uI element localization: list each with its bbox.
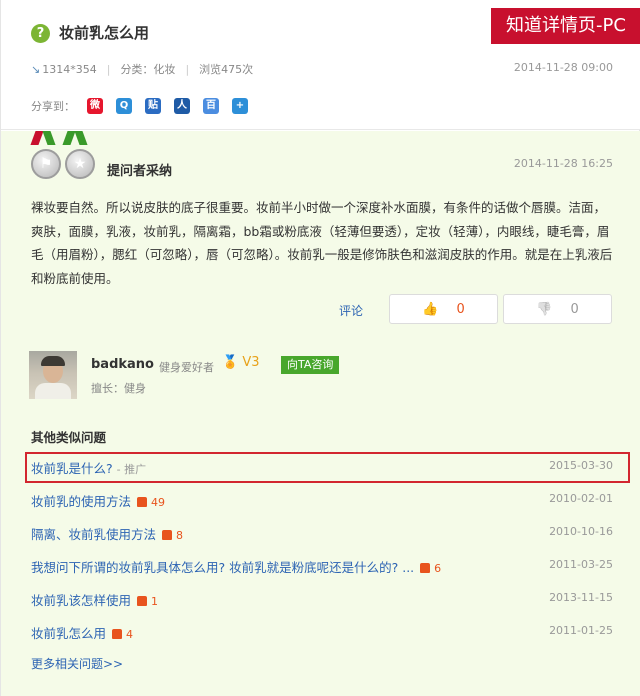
comment-link[interactable]: 评论 (339, 302, 363, 319)
downvote-count: 0 (570, 301, 579, 317)
tieba-icon[interactable]: 贴 (145, 98, 161, 114)
level-medal-icon: 🏅 (222, 355, 239, 370)
vote-row: 评论 👍 0 👎 0 (1, 294, 640, 324)
question-date: 2013-11-15 (549, 591, 613, 604)
size-arrow-icon: ↘ (31, 62, 41, 76)
answerer-name[interactable]: badkano (91, 357, 154, 372)
thumbs-down-icon: 👎 (536, 301, 553, 317)
similar-questions-title: 其他类似问题 (31, 430, 107, 445)
list-item[interactable]: 隔离、妆前乳使用方法 8 2010-10-16 (1, 516, 640, 549)
question-icon: ? (31, 24, 50, 43)
list-item[interactable]: 妆前乳的使用方法 49 2010-02-01 (1, 483, 640, 516)
thumbs-up-icon: 👍 (422, 301, 439, 317)
star-medal-icon: ★ (65, 149, 95, 179)
question-link[interactable]: 我想问下所谓的妆前乳具体怎么用? 妆前乳就是粉底呢还是什么的? ... (31, 560, 414, 575)
question-link[interactable]: 妆前乳的使用方法 (31, 494, 131, 509)
question-detail-page: ? 妆前乳怎么用 知道详情页-PC ↘ 1314*354 | 分类：化妆 | 浏… (0, 0, 640, 696)
list-item[interactable]: 妆前乳是什么? - 推广 2015-03-30 (1, 450, 640, 483)
question-link[interactable]: 妆前乳怎么用 (31, 626, 106, 641)
thumbs-up-icon (420, 563, 431, 573)
renren-icon[interactable]: 人 (174, 98, 190, 114)
more-questions-link[interactable]: 更多相关问题>> (31, 655, 123, 672)
question-link[interactable]: 妆前乳是什么? (31, 461, 113, 476)
thumbs-up-icon (162, 530, 173, 540)
baidu-space-icon[interactable]: 百 (203, 98, 219, 114)
similar-questions-list: 妆前乳是什么? - 推广 2015-03-30 妆前乳的使用方法 49 2010-… (1, 450, 640, 648)
meta-separator: | (185, 62, 190, 76)
answer-content: 裸妆要自然。所以说皮肤的底子很重要。妆前半小时做一个深度补水面膜，有条件的话做个… (31, 200, 613, 286)
level-text: V3 (242, 355, 260, 370)
adopted-medal-icon: ⚑ ★ (29, 131, 101, 187)
question-date: 2011-01-25 (549, 624, 613, 637)
upvote-button[interactable]: 👍 0 (389, 294, 498, 324)
answer-date: 2014-11-28 16:25 (513, 157, 613, 170)
question-date: 2010-10-16 (549, 525, 613, 538)
more-share-icon[interactable]: + (232, 98, 248, 114)
page-type-badge: 知道详情页-PC (491, 8, 640, 44)
answerer-title: 健身爱好者 (159, 361, 214, 374)
question-date: 2010-02-01 (549, 492, 613, 505)
list-item[interactable]: 妆前乳该怎样使用 1 2013-11-15 (1, 582, 640, 615)
adopted-label: 提问者采纳 (107, 164, 173, 179)
qzone-icon[interactable]: Q (116, 98, 132, 114)
meta-size: 1314*354 (42, 62, 97, 76)
share-label: 分享到： (31, 100, 75, 113)
promo-tag: - 推广 (116, 463, 147, 476)
avatar[interactable] (29, 351, 77, 399)
question-meta: ↘ 1314*354 | 分类：化妆 | 浏览475次 (31, 61, 253, 77)
thumbs-up-icon (137, 497, 148, 507)
downvote-button[interactable]: 👎 0 (503, 294, 612, 324)
question-header: ? 妆前乳怎么用 知道详情页-PC ↘ 1314*354 | 分类：化妆 | 浏… (1, 0, 640, 130)
list-item[interactable]: 我想问下所谓的妆前乳具体怎么用? 妆前乳就是粉底呢还是什么的? ... 6 201… (1, 549, 640, 582)
question-date: 2015-03-30 (549, 459, 613, 472)
like-count: 49 (151, 496, 166, 509)
thumbs-up-icon (137, 596, 148, 606)
question-title: 妆前乳怎么用 (59, 24, 150, 42)
answerer-specialty: 擅长：健身 (91, 382, 146, 395)
answerer-level: 🏅 V3 (222, 355, 260, 370)
meta-views: 浏览475次 (199, 63, 254, 76)
consult-button[interactable]: 向TA咨询 (281, 356, 340, 374)
best-answer-panel: ⚑ ★ 提问者采纳 2014-11-28 16:25 裸妆要自然。所以说皮肤的底… (1, 131, 640, 696)
question-link[interactable]: 妆前乳该怎样使用 (31, 593, 131, 608)
thumbs-up-icon (112, 629, 123, 639)
question-date: 2011-03-25 (549, 558, 613, 571)
meta-separator: | (106, 62, 111, 76)
like-count: 6 (434, 562, 442, 575)
flag-medal-icon: ⚑ (31, 149, 61, 179)
meta-category[interactable]: 分类：化妆 (120, 61, 175, 77)
question-date: 2014-11-28 09:00 (513, 61, 613, 74)
like-count: 8 (176, 529, 184, 542)
like-count: 4 (126, 628, 134, 641)
like-count: 1 (151, 595, 159, 608)
upvote-count: 0 (456, 301, 465, 317)
answerer-card: badkano 健身爱好者 🏅 V3 向TA咨询 擅长：健身 (29, 351, 619, 401)
weibo-icon[interactable]: 微 (87, 98, 103, 114)
question-link[interactable]: 隔离、妆前乳使用方法 (31, 527, 156, 542)
share-bar: 分享到： 微 Q 贴 人 百 + (31, 98, 261, 114)
list-item[interactable]: 妆前乳怎么用 4 2011-01-25 (1, 615, 640, 648)
